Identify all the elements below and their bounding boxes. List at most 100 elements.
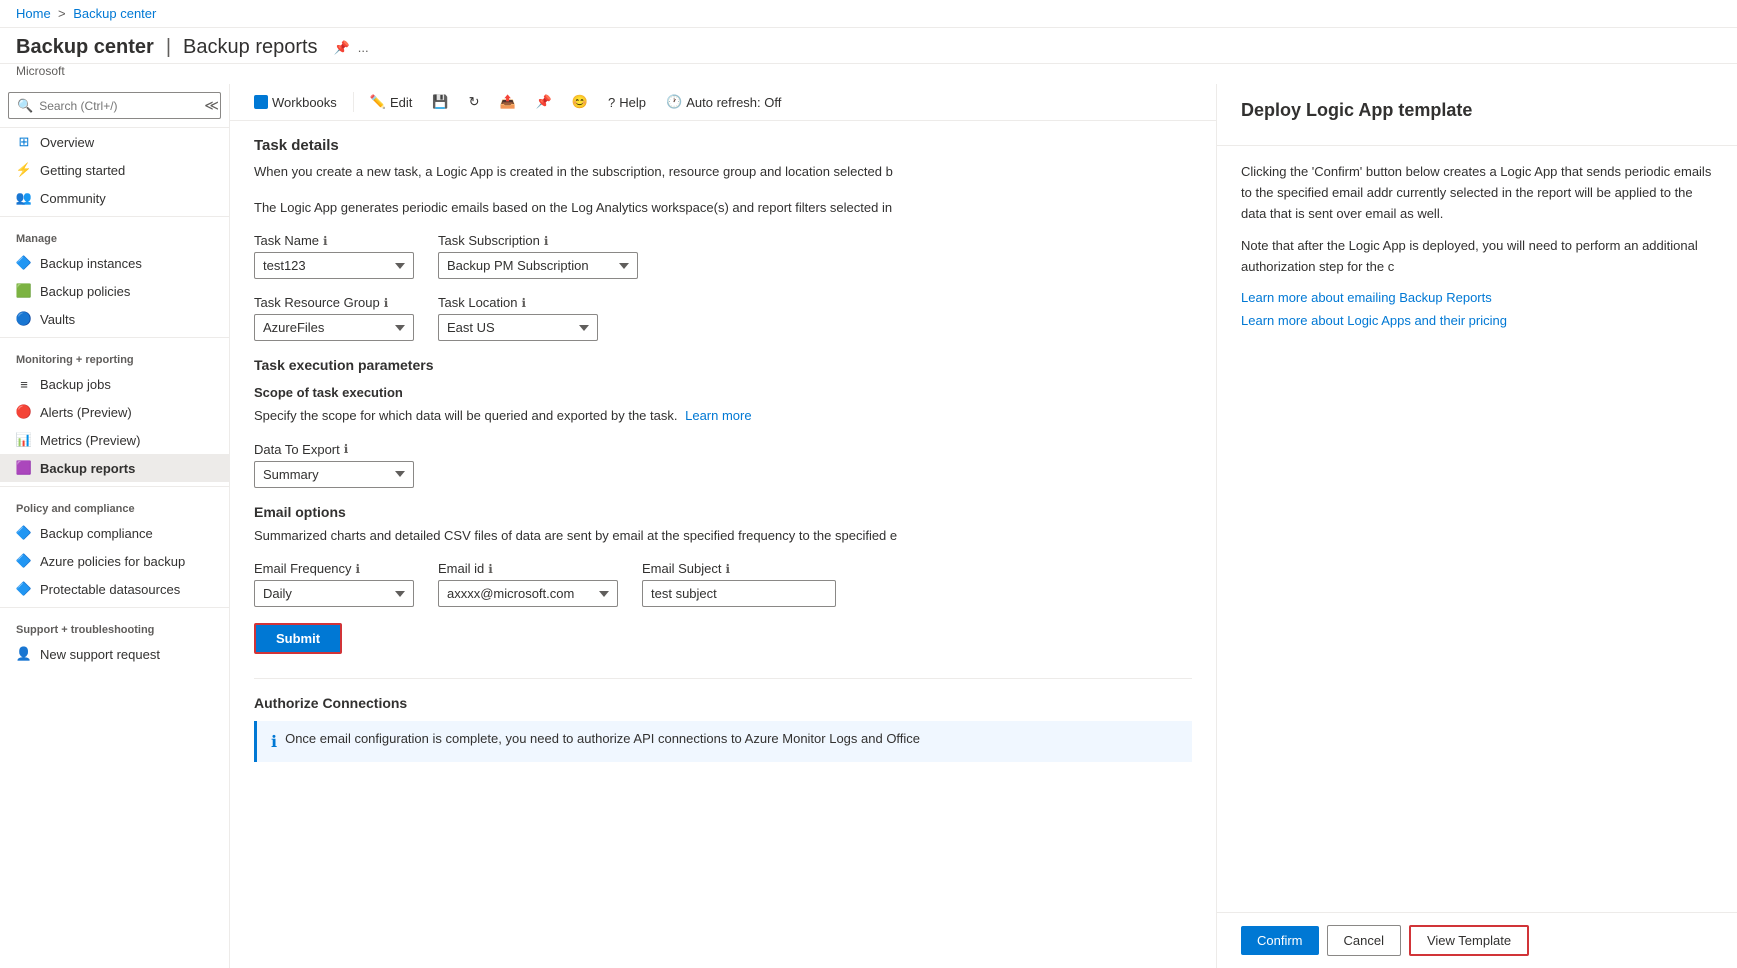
sidebar-item-protectable-datasources[interactable]: 🔷 Protectable datasources bbox=[0, 575, 229, 603]
refresh-button[interactable]: ↻ bbox=[461, 90, 488, 114]
feedback-button[interactable]: 😊 bbox=[564, 90, 596, 114]
edit-button[interactable]: ✏️ Edit bbox=[362, 90, 421, 114]
task-subscription-select[interactable]: Backup PM Subscription bbox=[438, 252, 638, 279]
task-resource-group-select[interactable]: AzureFiles bbox=[254, 314, 414, 341]
task-location-select[interactable]: East US bbox=[438, 314, 598, 341]
email-frequency-select[interactable]: Daily bbox=[254, 580, 414, 607]
submit-button[interactable]: Submit bbox=[254, 623, 342, 654]
scope-learn-more[interactable]: Learn more bbox=[685, 408, 751, 423]
email-id-select[interactable]: axxxx@microsoft.com bbox=[438, 580, 618, 607]
task-name-label: Task Name ℹ bbox=[254, 233, 414, 248]
data-to-export-select[interactable]: Summary bbox=[254, 461, 414, 488]
learn-more-backup-link[interactable]: Learn more about emailing Backup Reports bbox=[1241, 290, 1713, 305]
breadcrumb-home[interactable]: Home bbox=[16, 6, 51, 21]
task-details-title: Task details bbox=[254, 137, 1192, 154]
workbooks-button[interactable]: Workbooks bbox=[246, 91, 345, 114]
task-resource-group-info-icon[interactable]: ℹ bbox=[384, 296, 389, 310]
task-subscription-info-icon[interactable]: ℹ bbox=[544, 234, 549, 248]
authorize-section: Authorize Connections ℹ Once email confi… bbox=[254, 678, 1192, 762]
auto-refresh-button[interactable]: 🕐 Auto refresh: Off bbox=[658, 90, 789, 114]
sidebar-item-alerts[interactable]: 🔴 Alerts (Preview) bbox=[0, 398, 229, 426]
email-id-label: Email id ℹ bbox=[438, 561, 618, 576]
sidebar-item-getting-started[interactable]: ⚡ Getting started bbox=[0, 156, 229, 184]
task-details-desc1: When you create a new task, a Logic App … bbox=[254, 162, 1192, 182]
monitoring-section-label: Monitoring + reporting bbox=[0, 342, 229, 370]
data-to-export-info-icon[interactable]: ℹ bbox=[344, 442, 349, 456]
page-org: Microsoft bbox=[0, 64, 1737, 84]
breadcrumb-current[interactable]: Backup center bbox=[73, 6, 156, 21]
sidebar-item-vaults[interactable]: 🔵 Vaults bbox=[0, 305, 229, 333]
task-name-select[interactable]: test123 bbox=[254, 252, 414, 279]
save-icon: 💾 bbox=[432, 94, 448, 110]
email-id-group: Email id ℹ axxxx@microsoft.com bbox=[438, 561, 618, 607]
breadcrumb: Home > Backup center bbox=[0, 0, 1737, 28]
toolbar: Workbooks ✏️ Edit 💾 ↻ 📤 bbox=[230, 84, 1216, 121]
email-subject-label: Email Subject ℹ bbox=[642, 561, 836, 576]
exec-params-title: Task execution parameters bbox=[254, 357, 1192, 373]
data-export-row: Data To Export ℹ Summary bbox=[254, 442, 1192, 488]
cancel-button[interactable]: Cancel bbox=[1327, 925, 1401, 956]
sidebar-item-label: Alerts (Preview) bbox=[40, 405, 132, 420]
backup-policies-icon: 🟩 bbox=[16, 283, 32, 299]
scope-title: Scope of task execution bbox=[254, 385, 1192, 400]
task-resource-location-row: Task Resource Group ℹ AzureFiles Task Lo… bbox=[254, 295, 1192, 341]
confirm-button[interactable]: Confirm bbox=[1241, 926, 1319, 955]
alerts-icon: 🔴 bbox=[16, 404, 32, 420]
page-subtitle-text: Backup reports bbox=[183, 36, 318, 59]
sidebar-item-backup-policies[interactable]: 🟩 Backup policies bbox=[0, 277, 229, 305]
task-name-info-icon[interactable]: ℹ bbox=[323, 234, 328, 248]
help-button[interactable]: ? Help bbox=[600, 91, 654, 114]
sidebar-item-azure-policies[interactable]: 🔷 Azure policies for backup bbox=[0, 547, 229, 575]
policy-section-label: Policy and compliance bbox=[0, 491, 229, 519]
metrics-icon: 📊 bbox=[16, 432, 32, 448]
support-icon: 👤 bbox=[16, 646, 32, 662]
sidebar-item-label: Vaults bbox=[40, 312, 75, 327]
pin-button[interactable]: 📌 bbox=[528, 90, 560, 114]
refresh-icon: ↻ bbox=[469, 94, 480, 110]
email-frequency-group: Email Frequency ℹ Daily bbox=[254, 561, 414, 607]
learn-more-logic-apps-link[interactable]: Learn more about Logic Apps and their pr… bbox=[1241, 313, 1713, 328]
search-icon: 🔍 bbox=[17, 98, 33, 114]
sidebar-search-container: 🔍 ≪ bbox=[0, 84, 229, 128]
sidebar-item-label: Azure policies for backup bbox=[40, 554, 185, 569]
save-button[interactable]: 💾 bbox=[424, 90, 456, 114]
sidebar-item-backup-jobs[interactable]: ≡ Backup jobs bbox=[0, 370, 229, 398]
search-input[interactable] bbox=[39, 99, 194, 113]
auth-info-icon: ℹ bbox=[271, 732, 277, 752]
sidebar-item-label: New support request bbox=[40, 647, 160, 662]
email-options-title: Email options bbox=[254, 504, 1192, 520]
backup-compliance-icon: 🔷 bbox=[16, 525, 32, 541]
sidebar-item-label: Protectable datasources bbox=[40, 582, 180, 597]
email-subject-info-icon[interactable]: ℹ bbox=[725, 562, 730, 576]
sidebar-item-new-support[interactable]: 👤 New support request bbox=[0, 640, 229, 668]
more-icon[interactable]: ... bbox=[358, 40, 369, 56]
overview-icon: ⊞ bbox=[16, 134, 32, 150]
sidebar-item-overview[interactable]: ⊞ Overview bbox=[0, 128, 229, 156]
right-panel-footer: Confirm Cancel View Template bbox=[1217, 912, 1737, 968]
authorize-title: Authorize Connections bbox=[254, 695, 1192, 711]
email-frequency-info-icon[interactable]: ℹ bbox=[356, 562, 361, 576]
email-id-info-icon[interactable]: ℹ bbox=[488, 562, 493, 576]
sidebar-item-metrics[interactable]: 📊 Metrics (Preview) bbox=[0, 426, 229, 454]
task-details-desc2: The Logic App generates periodic emails … bbox=[254, 198, 1192, 218]
email-subject-input[interactable] bbox=[642, 580, 836, 607]
task-subscription-group: Task Subscription ℹ Backup PM Subscripti… bbox=[438, 233, 638, 279]
task-location-label: Task Location ℹ bbox=[438, 295, 598, 310]
sidebar-item-backup-reports[interactable]: 🟪 Backup reports bbox=[0, 454, 229, 482]
sidebar-item-community[interactable]: 👥 Community bbox=[0, 184, 229, 212]
authorize-desc: Once email configuration is complete, yo… bbox=[285, 731, 920, 746]
sidebar-item-label: Backup instances bbox=[40, 256, 142, 271]
view-template-button[interactable]: View Template bbox=[1409, 925, 1529, 956]
right-panel-desc2: Note that after the Logic App is deploye… bbox=[1241, 236, 1713, 278]
sidebar-item-backup-compliance[interactable]: 🔷 Backup compliance bbox=[0, 519, 229, 547]
sidebar-item-backup-instances[interactable]: 🔷 Backup instances bbox=[0, 249, 229, 277]
email-options-desc: Summarized charts and detailed CSV files… bbox=[254, 526, 1192, 546]
sidebar: 🔍 ≪ ⊞ Overview ⚡ Getting started 👥 Commu… bbox=[0, 84, 230, 968]
help-icon: ? bbox=[608, 95, 615, 110]
backup-instances-icon: 🔷 bbox=[16, 255, 32, 271]
pin-icon[interactable]: 📌 bbox=[334, 40, 350, 56]
clock-icon: 🕐 bbox=[666, 94, 682, 110]
task-location-info-icon[interactable]: ℹ bbox=[522, 296, 527, 310]
share-button[interactable]: 📤 bbox=[491, 90, 523, 114]
collapse-icon[interactable]: ≪ bbox=[200, 97, 223, 114]
